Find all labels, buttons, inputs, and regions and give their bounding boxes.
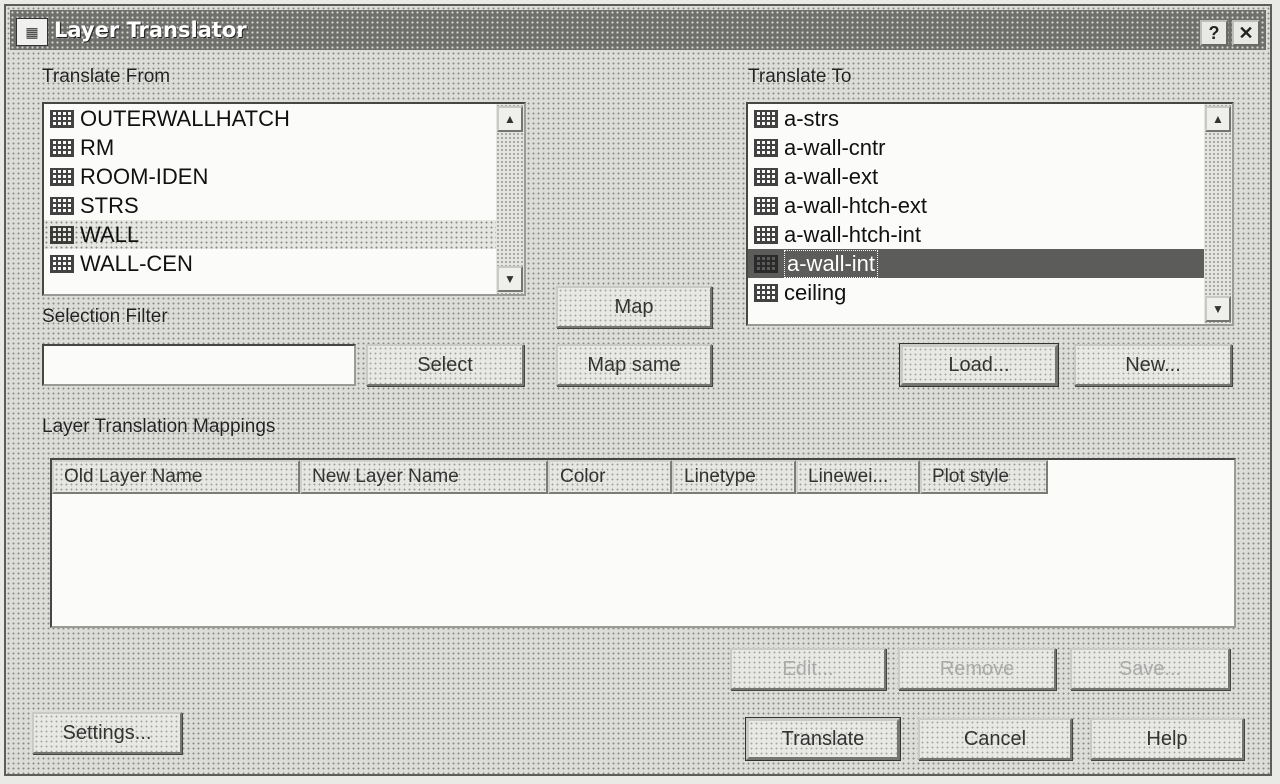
cancel-button[interactable]: Cancel: [918, 718, 1072, 760]
list-item[interactable]: WALL: [44, 220, 524, 249]
list-item-label: WALL-CEN: [80, 250, 193, 276]
layer-icon: [50, 167, 74, 186]
column-header[interactable]: Old Layer Name: [52, 460, 300, 494]
scroll-up-icon[interactable]: ▲: [497, 106, 523, 132]
scroll-down-icon[interactable]: ▼: [1205, 296, 1231, 322]
layer-icon: [754, 138, 778, 157]
list-item-label: ceiling: [784, 279, 847, 305]
list-item-label: a-wall-cntr: [784, 134, 886, 160]
edit-button[interactable]: Edit...: [730, 648, 886, 690]
load-button[interactable]: Load...: [900, 344, 1058, 386]
selection-filter-label: Selection Filter: [42, 306, 168, 327]
layer-icon: [754, 225, 778, 244]
app-icon: ▦: [16, 18, 48, 46]
layer-icon: [50, 138, 74, 157]
layer-icon: [754, 254, 778, 273]
window-title: Layer Translator: [54, 18, 247, 42]
selection-filter-input[interactable]: [42, 344, 356, 386]
mappings-table[interactable]: Old Layer Name New Layer Name Color Linetyp…: [50, 458, 1236, 628]
help-button[interactable]: Help: [1090, 718, 1244, 760]
map-same-button[interactable]: Map same: [556, 344, 712, 386]
list-item-label: WALL: [80, 221, 140, 247]
select-button[interactable]: Select: [366, 344, 524, 386]
mappings-header: Old Layer Name New Layer Name Color Linetyp…: [52, 460, 1234, 496]
column-header[interactable]: Linetype: [672, 460, 796, 494]
settings-button[interactable]: Settings...: [32, 712, 182, 754]
layer-translator-dialog: ▦ Layer Translator ? ✕ Translate From OU…: [4, 4, 1272, 776]
layer-icon: [50, 109, 74, 128]
list-item-label: ROOM-IDEN: [80, 163, 209, 189]
list-item-label: a-wall-htch-ext: [784, 192, 928, 218]
list-item-label: a-wall-int: [784, 249, 879, 278]
column-header[interactable]: Linewei...: [796, 460, 920, 494]
list-item[interactable]: a-wall-int: [748, 249, 1232, 278]
scroll-up-icon[interactable]: ▲: [1205, 106, 1231, 132]
list-item-label: a-strs: [784, 105, 839, 131]
translate-to-scrollbar[interactable]: ▲ ▼: [1204, 104, 1232, 324]
layer-icon: [754, 196, 778, 215]
help-icon[interactable]: ?: [1200, 20, 1228, 46]
list-item[interactable]: a-wall-ext: [748, 162, 1232, 191]
layer-icon: [754, 167, 778, 186]
list-item[interactable]: OUTERWALLHATCH: [44, 104, 524, 133]
list-item[interactable]: a-wall-cntr: [748, 133, 1232, 162]
close-icon[interactable]: ✕: [1232, 20, 1260, 46]
translate-button[interactable]: Translate: [746, 718, 900, 760]
list-item[interactable]: ROOM-IDEN: [44, 162, 524, 191]
layer-icon: [50, 254, 74, 273]
mappings-body[interactable]: [52, 496, 1234, 626]
translate-from-scrollbar[interactable]: ▲ ▼: [496, 104, 524, 294]
list-item[interactable]: a-wall-htch-int: [748, 220, 1232, 249]
list-item-label: STRS: [80, 192, 139, 218]
column-header[interactable]: Color: [548, 460, 672, 494]
column-header[interactable]: Plot style: [920, 460, 1048, 494]
column-header[interactable]: New Layer Name: [300, 460, 548, 494]
list-item[interactable]: RM: [44, 133, 524, 162]
list-item-label: RM: [80, 134, 115, 160]
map-button[interactable]: Map: [556, 286, 712, 328]
save-button[interactable]: Save...: [1070, 648, 1230, 690]
layer-icon: [50, 196, 74, 215]
new-button[interactable]: New...: [1074, 344, 1232, 386]
translate-to-label: Translate To: [748, 66, 852, 87]
list-item-label: a-wall-ext: [784, 163, 879, 189]
list-item-label: OUTERWALLHATCH: [80, 105, 290, 131]
translate-from-list[interactable]: OUTERWALLHATCH RM ROOM-IDEN STRS WALL WALL-CE…: [42, 102, 526, 296]
translate-to-list[interactable]: a-strs a-wall-cntr a-wall-ext a-wall-htch-e…: [746, 102, 1234, 326]
list-item[interactable]: ceiling: [748, 278, 1232, 307]
list-item[interactable]: a-wall-htch-ext: [748, 191, 1232, 220]
title-bar[interactable]: ▦ Layer Translator ? ✕: [10, 10, 1266, 50]
remove-button[interactable]: Remove: [898, 648, 1056, 690]
scroll-down-icon[interactable]: ▼: [497, 266, 523, 292]
list-item[interactable]: STRS: [44, 191, 524, 220]
mappings-label: Layer Translation Mappings: [42, 416, 276, 437]
layer-icon: [754, 109, 778, 128]
list-item[interactable]: WALL-CEN: [44, 249, 524, 278]
list-item[interactable]: a-strs: [748, 104, 1232, 133]
list-item-label: a-wall-htch-int: [784, 221, 921, 247]
translate-from-label: Translate From: [42, 66, 171, 87]
layer-icon: [754, 283, 778, 302]
layer-icon: [50, 225, 74, 244]
